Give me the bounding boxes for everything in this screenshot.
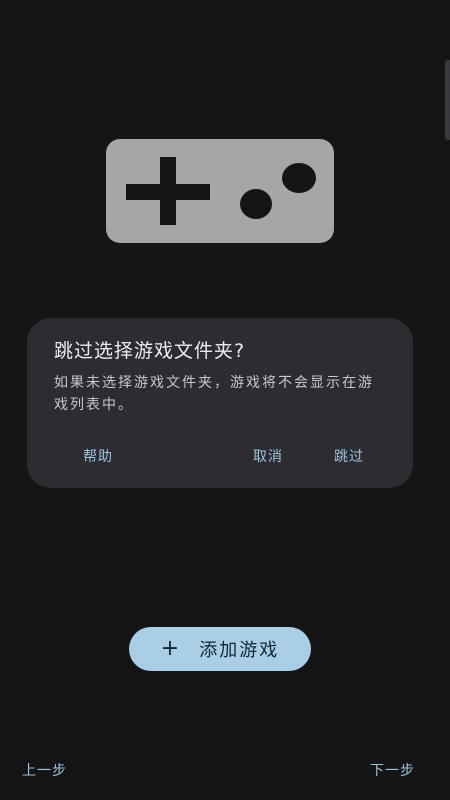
dialog-message: 如果未选择游戏文件夹，游戏将不会显示在游戏列表中。 [54, 375, 374, 413]
gamepad-icon [106, 139, 334, 243]
scrollbar[interactable] [445, 60, 450, 140]
previous-step-button[interactable]: 上一步 [22, 760, 67, 780]
add-game-button[interactable]: + 添加游戏 [129, 627, 311, 671]
add-game-label: 添加游戏 [199, 640, 280, 661]
help-button[interactable]: 帮助 [83, 446, 113, 466]
cancel-button[interactable]: 取消 [253, 446, 283, 466]
plus-icon: + [160, 636, 182, 661]
skip-button[interactable]: 跳过 [334, 446, 364, 466]
gamepad-button-b [282, 163, 316, 193]
setup-screen: 跳过选择游戏文件夹? 如果未选择游戏文件夹，游戏将不会显示在游戏列表中。 帮助 … [0, 0, 450, 800]
dialog-title: 跳过选择游戏文件夹? [54, 340, 246, 362]
dpad-vertical [160, 157, 176, 225]
next-step-button[interactable]: 下一步 [370, 760, 415, 780]
gamepad-button-a [240, 189, 272, 219]
skip-folder-dialog: 跳过选择游戏文件夹? 如果未选择游戏文件夹，游戏将不会显示在游戏列表中。 帮助 … [27, 318, 413, 488]
